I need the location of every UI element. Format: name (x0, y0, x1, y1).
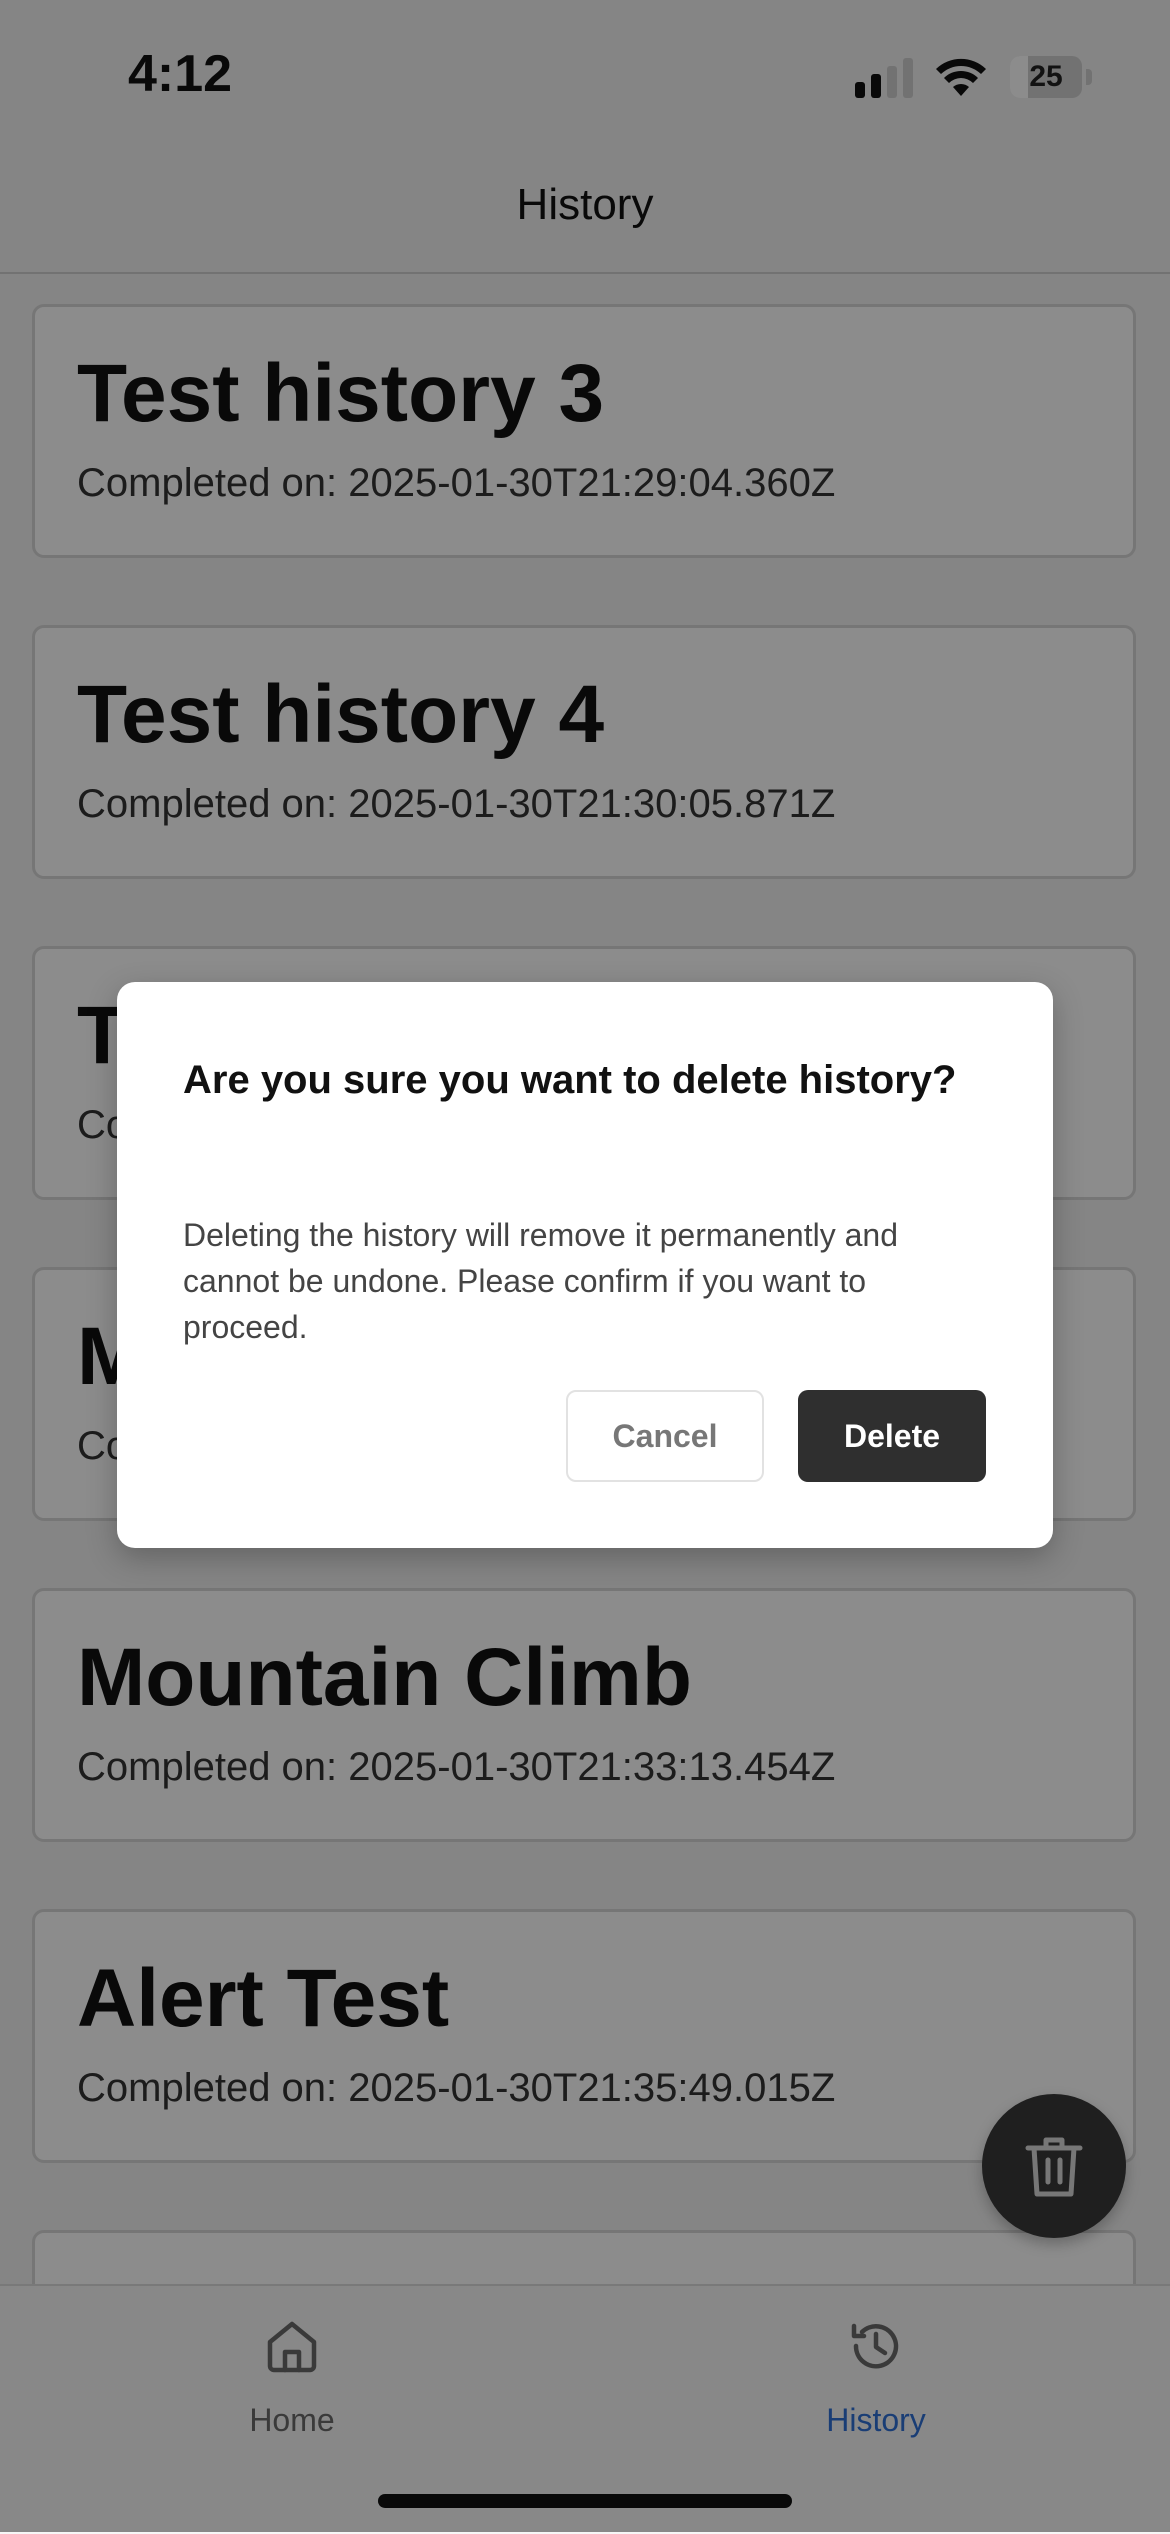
dialog-title: Are you sure you want to delete history? (183, 1058, 957, 1102)
cancel-button[interactable]: Cancel (566, 1390, 764, 1482)
delete-button[interactable]: Delete (798, 1390, 986, 1482)
delete-confirm-dialog: Are you sure you want to delete history?… (117, 982, 1053, 1548)
dialog-message: Deleting the history will remove it perm… (183, 1217, 898, 1345)
screen: 4:12 25 History Test history 3 Completed… (0, 0, 1170, 2534)
